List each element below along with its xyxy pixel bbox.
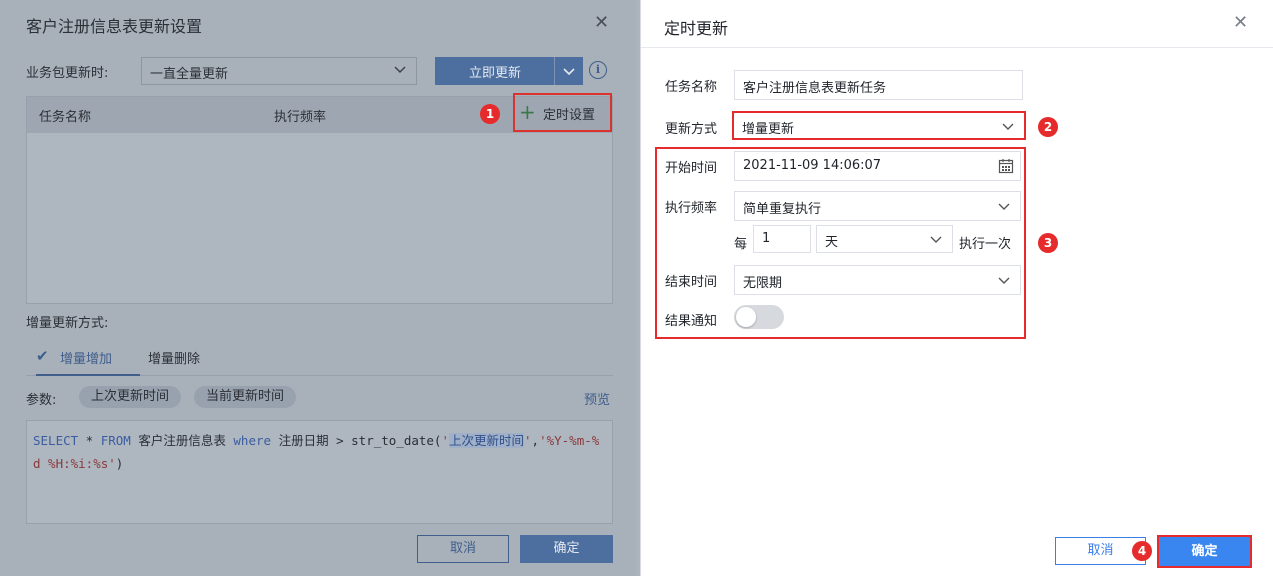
- sql-string: ': [441, 433, 449, 448]
- notify-label: 结果通知: [665, 314, 718, 329]
- close-icon[interactable]: ✕: [1233, 12, 1248, 33]
- update-mode-value: 增量更新: [742, 122, 795, 137]
- update-mode-value: 一直全量更新: [150, 67, 229, 82]
- sql-keyword: FROM: [100, 433, 131, 448]
- chevron-down-icon: [1002, 123, 1014, 130]
- toggle-knob: [736, 307, 756, 327]
- sql-editor[interactable]: SELECT * FROM 客户注册信息表 where 注册日期 > str_t…: [26, 420, 613, 524]
- tab-incremental-delete[interactable]: 增量删除: [148, 348, 200, 367]
- schedule-settings-button[interactable]: + 定时设置: [513, 93, 612, 132]
- interval-input[interactable]: 1: [753, 225, 811, 253]
- info-circle-icon[interactable]: i: [589, 61, 607, 79]
- chevron-down-icon: [998, 203, 1010, 210]
- chevron-down-icon[interactable]: [560, 62, 578, 80]
- step-marker-2: 2: [1038, 117, 1058, 137]
- frequency-label: 执行频率: [665, 201, 718, 216]
- param-chip-current-update[interactable]: 当前更新时间: [194, 386, 297, 408]
- param-chip-last-update[interactable]: 上次更新时间: [79, 386, 182, 408]
- incremental-mode-label: 增量更新方式:: [26, 316, 109, 331]
- notify-toggle[interactable]: [734, 305, 784, 329]
- sql-text: *: [78, 433, 101, 448]
- confirm-button[interactable]: 确定: [520, 535, 613, 563]
- chevron-down-icon: [930, 236, 942, 243]
- column-task-name: 任务名称: [39, 110, 92, 125]
- task-name-value: 客户注册信息表更新任务: [743, 81, 887, 96]
- step-marker-1: 1: [480, 104, 500, 124]
- start-time-input[interactable]: 2021-11-09 14:06:07: [734, 151, 1021, 181]
- sql-param-token: 上次更新时间: [449, 433, 525, 448]
- task-name-label: 任务名称: [665, 80, 718, 95]
- schedule-settings-label: 定时设置: [543, 108, 596, 123]
- frequency-value: 简单重复执行: [743, 202, 822, 217]
- sql-keyword: SELECT: [33, 433, 79, 448]
- params-label: 参数:: [26, 393, 57, 408]
- cancel-button[interactable]: 取消: [417, 535, 509, 563]
- sql-text: ): [115, 456, 124, 471]
- update-mode-label: 业务包更新时:: [26, 66, 109, 81]
- dialog-title: 定时更新: [664, 19, 729, 38]
- update-settings-dialog: 客户注册信息表更新设置 ✕ 业务包更新时: 一直全量更新 立即更新 i 任务名称…: [0, 0, 637, 576]
- update-mode-label: 更新方式: [665, 122, 718, 137]
- start-time-value: 2021-11-09 14:06:07: [743, 158, 882, 173]
- calendar-icon[interactable]: [998, 158, 1014, 174]
- frequency-select[interactable]: 简单重复执行: [734, 191, 1021, 221]
- sql-keyword: where: [233, 433, 272, 448]
- start-time-label: 开始时间: [665, 161, 718, 176]
- update-mode-select[interactable]: 增量更新: [732, 111, 1026, 140]
- preview-link[interactable]: 预览: [584, 389, 610, 408]
- button-divider: [554, 57, 555, 85]
- tab-label: 增量增加: [60, 352, 113, 367]
- every-label: 每: [734, 237, 748, 252]
- end-time-select[interactable]: 无限期: [734, 265, 1021, 295]
- update-now-label: 立即更新: [469, 66, 522, 81]
- tab-incremental-add[interactable]: ✔ 增量增加: [36, 338, 140, 376]
- end-time-value: 无限期: [743, 276, 783, 291]
- end-time-label: 结束时间: [665, 275, 718, 290]
- update-mode-select[interactable]: 一直全量更新: [141, 57, 417, 85]
- interval-value: 1: [762, 231, 771, 246]
- confirm-button[interactable]: 确定: [1159, 537, 1250, 566]
- incremental-tabs: ✔ 增量增加 增量删除: [26, 338, 613, 376]
- interval-unit-value: 天: [825, 235, 839, 250]
- sql-text: 客户注册信息表: [130, 433, 234, 448]
- column-frequency: 执行频率: [274, 110, 327, 125]
- scheduled-update-dialog: 定时更新 ✕ 任务名称 客户注册信息表更新任务 更新方式 增量更新 2 3 开始…: [640, 0, 1273, 576]
- step-marker-4: 4: [1132, 541, 1152, 561]
- update-now-button[interactable]: 立即更新: [435, 57, 583, 85]
- close-icon[interactable]: ✕: [594, 12, 609, 33]
- sql-string: ': [524, 433, 532, 448]
- plus-icon: +: [519, 100, 536, 124]
- interval-unit-select[interactable]: 天: [816, 225, 953, 253]
- dialog-title: 客户注册信息表更新设置: [26, 17, 203, 36]
- chevron-down-icon: [394, 66, 406, 73]
- execute-once-label: 执行一次: [959, 237, 1012, 252]
- dialog-header: 定时更新 ✕: [641, 0, 1273, 48]
- check-icon: ✔: [36, 347, 49, 365]
- sql-text: 注册日期 > str_to_date(: [271, 433, 442, 448]
- task-name-input[interactable]: 客户注册信息表更新任务: [734, 70, 1023, 100]
- sql-text: ,: [531, 433, 540, 448]
- step-marker-3: 3: [1038, 233, 1058, 253]
- chevron-down-icon: [998, 277, 1010, 284]
